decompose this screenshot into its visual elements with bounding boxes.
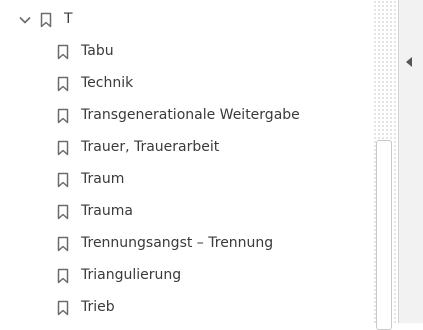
chevron-down-icon[interactable]	[18, 13, 32, 27]
bookmark-label: Transgenerationale Weitergabe	[81, 107, 300, 123]
side-panel-strip	[399, 0, 423, 323]
bookmark-group-label: T	[64, 11, 73, 27]
collapse-panel-button[interactable]	[404, 54, 414, 68]
bookmark-label: Trauer, Trauerarbeit	[81, 139, 220, 155]
bookmark-icon	[57, 44, 69, 60]
bookmark-label: Technik	[81, 75, 134, 91]
bookmark-icon	[40, 12, 52, 28]
scrollbar-thumb[interactable]	[376, 140, 392, 330]
bookmark-label: Trauma	[81, 203, 133, 219]
caret-left-icon	[405, 52, 413, 71]
bookmark-icon	[57, 236, 69, 252]
bookmark-icon	[57, 268, 69, 284]
bookmark-icon	[57, 300, 69, 316]
bookmark-icon	[57, 172, 69, 188]
bookmark-tree: T Tabu Technik Transgenerationale Weiterga…	[0, 0, 373, 323]
bookmark-icon	[57, 204, 69, 220]
bookmark-icon	[57, 140, 69, 156]
bookmark-label: Triangulierung	[81, 267, 182, 283]
bookmark-label: Tabu	[81, 43, 114, 59]
bookmark-icon	[57, 76, 69, 92]
bookmark-icon	[57, 108, 69, 124]
bookmark-label: Trieb	[81, 299, 115, 315]
bookmark-label: Trennungsangst – Trennung	[81, 235, 274, 251]
bookmark-label: Traum	[81, 171, 125, 187]
